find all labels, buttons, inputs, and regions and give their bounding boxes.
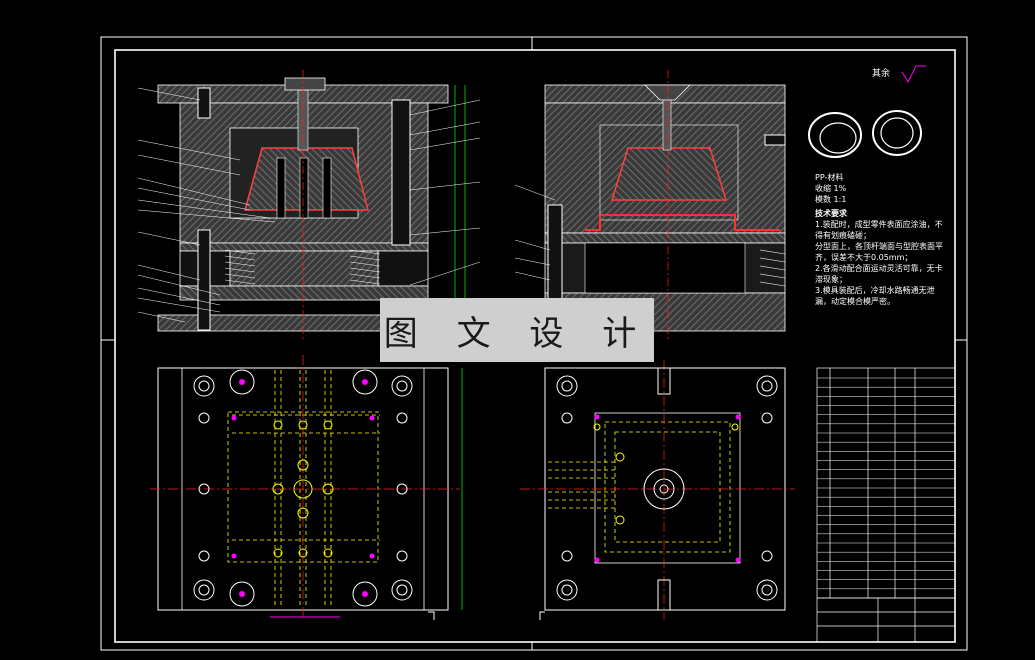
tech-req-title: 技术要求 bbox=[815, 209, 847, 218]
watermark-banner: 图 文 设 计 bbox=[380, 298, 654, 362]
part-note-material: PP-材料 bbox=[815, 173, 844, 182]
roughness-symbol bbox=[901, 65, 926, 84]
bom-table bbox=[817, 377, 955, 599]
tech-req-line: 1.装配时，成型零件表面应涂油，不得有划痕磕碰； bbox=[815, 220, 943, 240]
tech-req-line: 分型面上，各顶杆端面与型腔表面平齐，误差不大于0.05mm； bbox=[815, 242, 943, 262]
roughness-label: 其余 bbox=[872, 69, 891, 79]
part-notes: PP-材料 收缩 1% 模数 1:1 bbox=[815, 172, 945, 205]
part-sketch bbox=[808, 110, 922, 158]
technical-requirements: 技术要求 1.装配时，成型零件表面应涂油，不得有划痕磕碰； 分型面上，各顶杆端面… bbox=[815, 208, 945, 307]
tech-req-line: 3.模具装配后，冷却水路畅通无泄漏，动定模合模严密。 bbox=[815, 286, 935, 306]
banner-text: 图 文 设 计 bbox=[383, 313, 651, 354]
right-plan-view bbox=[520, 360, 795, 620]
title-block bbox=[816, 367, 956, 643]
tech-req-line: 2.各滑动配合面运动灵活可靠，无卡滞现象； bbox=[815, 264, 943, 284]
left-plan-view bbox=[150, 355, 463, 620]
part-note-scale: 模数 1:1 bbox=[815, 195, 847, 204]
part-note-shrink: 收缩 1% bbox=[815, 184, 847, 193]
